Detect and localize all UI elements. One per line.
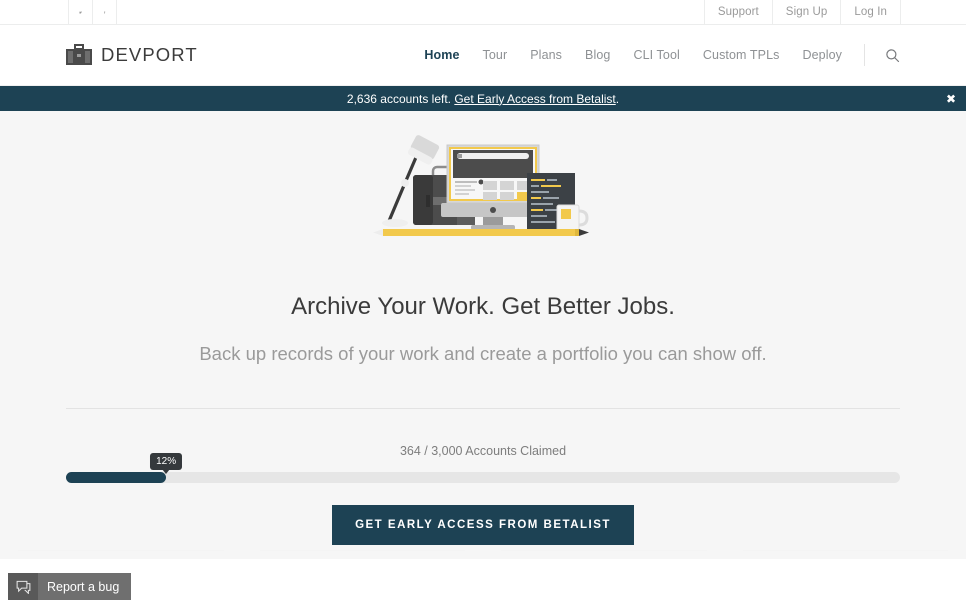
search-icon[interactable] bbox=[885, 48, 900, 63]
report-bug-label: Report a bug bbox=[47, 579, 120, 594]
footer-column bbox=[501, 550, 707, 559]
utility-links: Support Sign Up Log In bbox=[703, 0, 901, 24]
section-divider bbox=[66, 408, 900, 409]
briefcase-icon bbox=[66, 44, 92, 66]
cta-container: GET EARLY ACCESS FROM BETALIST bbox=[0, 505, 966, 545]
nav-item-cli-tool[interactable]: CLI Tool bbox=[633, 48, 679, 62]
facebook-glyph bbox=[104, 10, 106, 14]
nav-item-tour[interactable]: Tour bbox=[483, 48, 508, 62]
footer-columns-edge bbox=[0, 550, 966, 559]
banner-text: 2,636 accounts left. Get Early Access fr… bbox=[347, 92, 619, 106]
signup-link[interactable]: Sign Up bbox=[771, 0, 842, 24]
nav-item-custom-tpls[interactable]: Custom TPLs bbox=[703, 48, 780, 62]
hero-section: Archive Your Work. Get Better Jobs. Back… bbox=[0, 111, 966, 559]
desk-workspace-illustration bbox=[0, 111, 966, 243]
pencil-graphic bbox=[372, 229, 589, 236]
nav-item-plans[interactable]: Plans bbox=[530, 48, 562, 62]
nav-item-deploy[interactable]: Deploy bbox=[802, 48, 842, 62]
top-utility-bar: Support Sign Up Log In bbox=[0, 0, 966, 25]
report-bug-button[interactable]: Report a bug bbox=[8, 573, 132, 600]
twitter-icon[interactable] bbox=[68, 0, 93, 24]
brand-logo[interactable]: DEVPORT bbox=[66, 44, 198, 66]
illustration-graphic bbox=[372, 135, 589, 236]
brand-name: DEVPORT bbox=[101, 44, 198, 65]
speech-bubble-icon bbox=[8, 573, 38, 600]
search-glyph bbox=[886, 48, 900, 62]
banner-suffix: . bbox=[615, 91, 620, 106]
footer-column bbox=[742, 550, 948, 559]
site-header: DEVPORT Home Tour Plans Blog CLI Tool Cu… bbox=[0, 25, 966, 86]
page-subtitle: Back up records of your work and create … bbox=[199, 343, 767, 364]
speech-bubble-glyph bbox=[16, 580, 30, 594]
social-links bbox=[68, 0, 117, 24]
facebook-icon[interactable] bbox=[92, 0, 117, 24]
progress-tooltip: 12% bbox=[150, 453, 183, 474]
progress-bar[interactable]: 12% bbox=[66, 453, 900, 483]
early-access-button[interactable]: GET EARLY ACCESS FROM BETALIST bbox=[332, 505, 634, 545]
banner-prefix: 2,636 accounts left. bbox=[346, 91, 451, 106]
banner-link[interactable]: Get Early Access from Betalist bbox=[454, 92, 615, 106]
twitter-glyph bbox=[79, 10, 82, 14]
briefcase-glyph bbox=[66, 44, 92, 65]
footer-column bbox=[259, 550, 465, 559]
main-navigation: Home Tour Plans Blog CLI Tool Custom TPL… bbox=[424, 44, 900, 66]
login-link[interactable]: Log In bbox=[840, 0, 901, 24]
page-title: Archive Your Work. Get Better Jobs. bbox=[291, 293, 675, 320]
progress-track bbox=[66, 472, 900, 483]
coffee-mug-graphic bbox=[556, 204, 589, 232]
support-link[interactable]: Support bbox=[703, 0, 773, 24]
progress-fill bbox=[66, 472, 167, 483]
announcement-banner: 2,636 accounts left. Get Early Access fr… bbox=[0, 86, 966, 111]
nav-item-blog[interactable]: Blog bbox=[585, 48, 610, 62]
nav-item-home[interactable]: Home bbox=[424, 48, 459, 62]
nav-divider bbox=[864, 44, 865, 66]
close-icon[interactable]: ✖ bbox=[946, 93, 956, 105]
footer-column bbox=[18, 550, 224, 559]
accounts-claimed-label: 364 / 3,000 Accounts Claimed bbox=[399, 444, 567, 458]
